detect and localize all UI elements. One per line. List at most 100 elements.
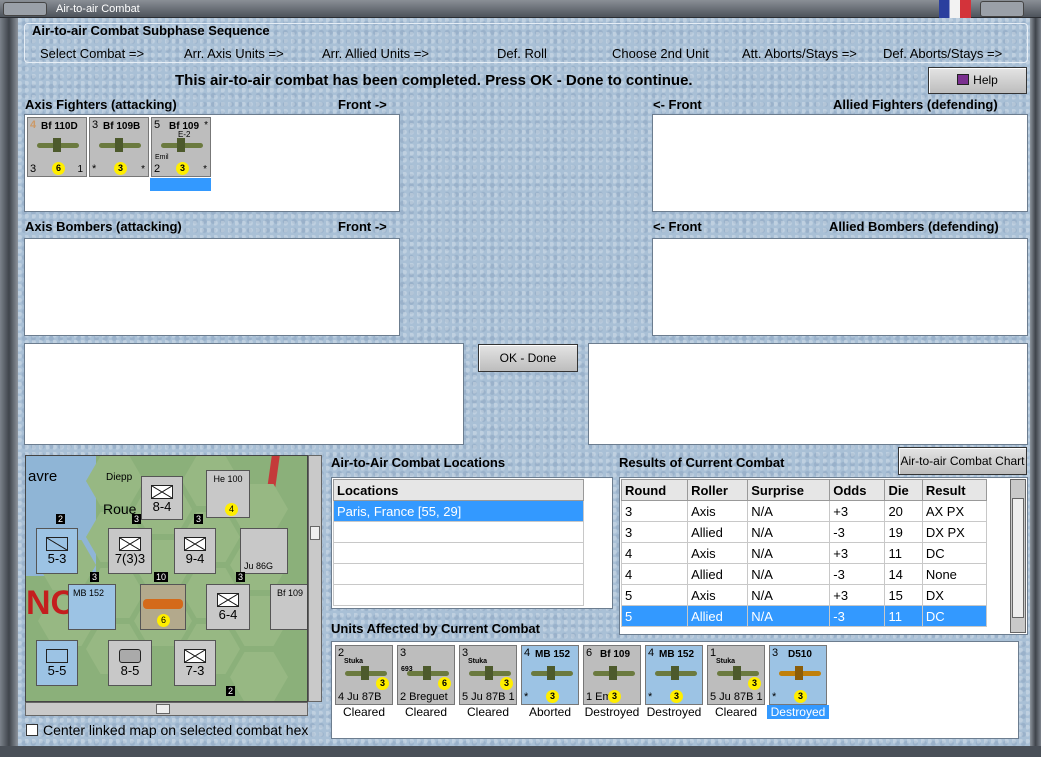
map-unit-counter[interactable]: Ju 86G bbox=[240, 528, 288, 574]
affected-unit-counter[interactable]: 6 Bf 109 1 Emil 3 bbox=[583, 645, 641, 705]
map-unit-counter[interactable]: MB 152 bbox=[68, 584, 116, 630]
locations-table: Locations Paris, France [55, 29] bbox=[333, 479, 584, 606]
axis-bombers-panel[interactable] bbox=[24, 238, 400, 336]
affected-status: Cleared bbox=[342, 705, 386, 719]
cell: N/A bbox=[747, 563, 831, 585]
results-panel: Round Roller Surprise Odds Die Result 3A… bbox=[619, 477, 1028, 635]
col-die: Die bbox=[884, 479, 923, 501]
step-select-combat: Select Combat => bbox=[40, 46, 145, 61]
affected-unit-counter[interactable]: 4 MB 152 * 3 bbox=[521, 645, 579, 705]
location-row[interactable]: Paris, France [55, 29] bbox=[333, 500, 584, 522]
aircraft-icon bbox=[779, 666, 821, 680]
counter-die: 3 bbox=[608, 690, 621, 703]
map-vertical-scrollbar[interactable] bbox=[308, 455, 322, 702]
maximize-button[interactable] bbox=[980, 1, 1024, 17]
axis-fighter-counter[interactable]: 4 Bf 110D 3 6 1 bbox=[27, 117, 87, 177]
center-map-checkbox[interactable] bbox=[26, 724, 38, 736]
front-label-1: Front -> bbox=[338, 97, 387, 112]
counter-name: Bf 109 bbox=[600, 649, 631, 660]
map-unit-counter[interactable]: 6-4 bbox=[206, 584, 250, 630]
counter-top: 3 bbox=[772, 647, 779, 659]
affected-unit-counter[interactable]: 3 D510 * 3 bbox=[769, 645, 827, 705]
affected-unit-counter[interactable]: 2 Stuka 4 Ju 87B 3 bbox=[335, 645, 393, 705]
aircraft-icon bbox=[655, 666, 697, 680]
map-unit-counter[interactable]: 8-5 bbox=[108, 640, 152, 686]
step-def-roll: Def. Roll bbox=[497, 46, 547, 61]
counter-top: 5 bbox=[154, 119, 161, 131]
map-unit-counter[interactable]: 5-5 bbox=[36, 640, 78, 686]
cell: N/A bbox=[747, 605, 831, 627]
ok-done-button[interactable]: OK - Done bbox=[478, 344, 578, 372]
counter-name: Stuka bbox=[468, 658, 488, 665]
cell: Allied bbox=[687, 521, 749, 543]
step-choose-2nd: Choose 2nd Unit bbox=[612, 46, 709, 61]
affected-unit-counter[interactable]: 1 Stuka 5 Ju 87B 13 bbox=[707, 645, 765, 705]
french-flag-icon bbox=[939, 0, 971, 18]
combat-chart-button[interactable]: Air-to-air Combat Chart bbox=[898, 447, 1027, 475]
locations-title: Air-to-Air Combat Locations bbox=[331, 455, 506, 470]
stack-count: 2 bbox=[56, 514, 66, 524]
col-result: Result bbox=[921, 479, 988, 501]
counter-value: 9-4 bbox=[185, 551, 205, 566]
counter-name: Stuka bbox=[344, 658, 364, 665]
affected-status: Destroyed bbox=[646, 705, 702, 719]
affected-unit-counter[interactable]: 3 693 2 Breguet 6 bbox=[397, 645, 455, 705]
stack-count: 2 bbox=[226, 686, 236, 696]
results-scrollbar[interactable] bbox=[1010, 479, 1026, 633]
aircraft-icon bbox=[161, 138, 203, 152]
location-row[interactable] bbox=[333, 584, 584, 606]
front-label-4: <- Front bbox=[653, 219, 702, 234]
counter-die: 3 bbox=[176, 162, 189, 175]
map-combat-hex-counter[interactable]: 6 bbox=[140, 584, 186, 630]
allied-detail-panel bbox=[588, 343, 1028, 445]
map-unit-counter[interactable]: 5-3 bbox=[36, 528, 78, 574]
cell: 11 bbox=[884, 605, 923, 627]
counter-value: 7-3 bbox=[185, 663, 205, 678]
result-row[interactable]: 5 Axis N/A +3 15 DX bbox=[620, 584, 988, 606]
map-horizontal-scrollbar[interactable] bbox=[25, 702, 308, 716]
counter-die: 3 bbox=[748, 677, 761, 690]
result-row[interactable]: 4 Axis N/A +3 11 DC bbox=[620, 542, 988, 564]
linked-map[interactable]: avre Diepp Roue NO 8-4 He 100 4 5-3 7(3)3… bbox=[25, 455, 308, 702]
front-label-2: <- Front bbox=[653, 97, 702, 112]
affected-status: Cleared bbox=[466, 705, 510, 719]
allied-bombers-panel[interactable] bbox=[652, 238, 1028, 336]
result-row[interactable]: 5 Allied N/A -3 11 DC bbox=[620, 605, 988, 627]
stack-count: 3 bbox=[194, 514, 204, 524]
counter-bottom: 5 Ju 87B 1 bbox=[462, 691, 515, 703]
help-button[interactable]: Help bbox=[928, 67, 1027, 94]
frame-bottom bbox=[0, 746, 1041, 757]
counter-die: 3 bbox=[546, 690, 559, 703]
counter-name: MB 152 bbox=[535, 649, 571, 660]
counter-value: Ju 86G bbox=[244, 561, 274, 571]
map-unit-counter[interactable]: 7(3)3 bbox=[108, 528, 152, 574]
counter-top: 3 bbox=[400, 647, 407, 659]
result-row[interactable]: 4 Allied N/A -3 14 None bbox=[620, 563, 988, 585]
location-row[interactable] bbox=[333, 542, 584, 564]
cell: -3 bbox=[829, 563, 886, 585]
map-unit-counter[interactable]: He 100 4 bbox=[206, 470, 250, 518]
location-row[interactable] bbox=[333, 521, 584, 543]
allied-fighters-panel[interactable] bbox=[652, 114, 1028, 212]
map-unit-counter[interactable]: Bf 109 bbox=[270, 584, 307, 630]
axis-fighter-counter[interactable]: 3 Bf 109B * 3 * bbox=[89, 117, 149, 177]
locations-list[interactable]: Locations Paris, France [55, 29] bbox=[331, 477, 613, 609]
cell: N/A bbox=[747, 500, 831, 522]
system-menu-button[interactable] bbox=[3, 2, 47, 16]
counter-bottom: 2 Breguet bbox=[400, 691, 448, 703]
map-unit-counter[interactable]: 9-4 bbox=[174, 528, 216, 574]
location-row[interactable] bbox=[333, 563, 584, 585]
affected-unit-counter[interactable]: 4 MB 152 * 3 bbox=[645, 645, 703, 705]
counter-top: 4 bbox=[30, 119, 37, 131]
cell: 3 bbox=[620, 521, 689, 543]
affected-unit-counter[interactable]: 3 Stuka 5 Ju 87B 13 bbox=[459, 645, 517, 705]
result-row[interactable]: 3 Allied N/A -3 19 DX PX bbox=[620, 521, 988, 543]
result-row[interactable]: 3 Axis N/A +3 20 AX PX bbox=[620, 500, 988, 522]
counter-value: He 100 bbox=[213, 474, 243, 484]
axis-fighter-counter[interactable]: 5 Bf 109 * E-2 Emil 2 3 * bbox=[151, 117, 211, 177]
step-att-aborts: Att. Aborts/Stays => bbox=[742, 46, 857, 61]
counter-die: 3 bbox=[500, 677, 513, 690]
map-unit-counter[interactable]: 7-3 bbox=[174, 640, 216, 686]
map-unit-counter[interactable]: 8-4 bbox=[141, 476, 183, 520]
armor-symbol-icon bbox=[119, 649, 141, 663]
